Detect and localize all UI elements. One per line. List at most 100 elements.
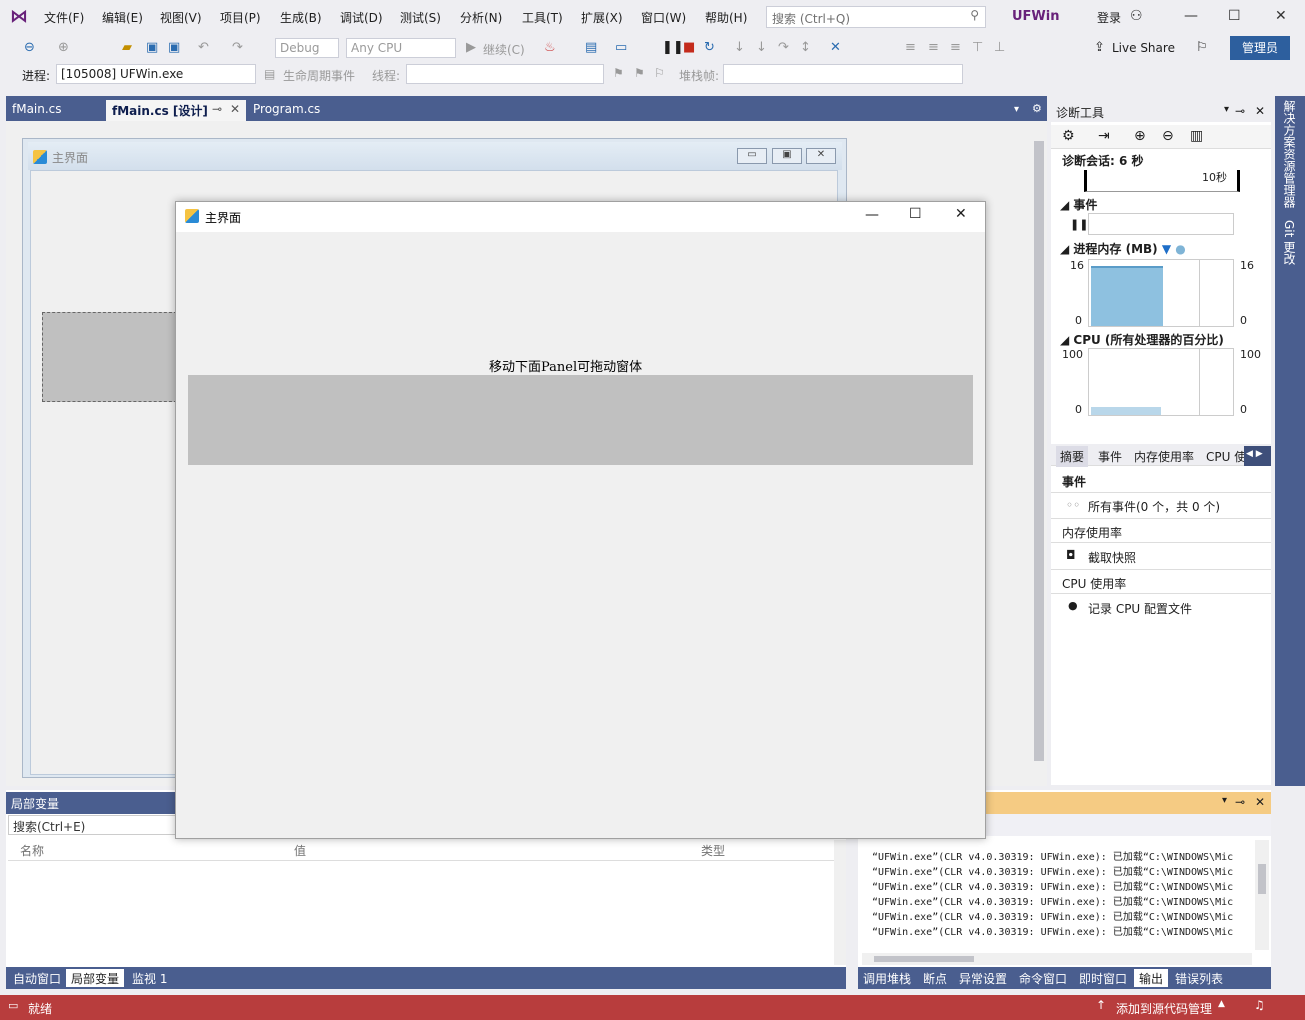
output-pin-icon[interactable]: ⊸ — [1235, 795, 1245, 809]
tab-locals[interactable]: 局部变量 — [66, 969, 125, 987]
tab-call-stack[interactable]: 调用堆栈 — [858, 969, 916, 987]
output-scrollbar[interactable] — [1255, 840, 1269, 950]
menu-build[interactable]: 生成(B) — [280, 9, 322, 26]
app-window-icon[interactable]: ▤ — [585, 40, 597, 55]
continue-icon[interactable]: ▶ — [466, 40, 476, 55]
tab-fmain-cs[interactable]: fMain.cs — [6, 100, 68, 121]
events-section[interactable]: ◢ 事件 — [1060, 196, 1097, 213]
record-cpu-link[interactable]: 记录 CPU 配置文件 — [1088, 600, 1192, 617]
close-icon[interactable]: ✕ — [1275, 8, 1287, 24]
tab-output[interactable]: 输出 — [1134, 969, 1169, 987]
app-maximize-icon[interactable]: ☐ — [909, 206, 922, 222]
config-select[interactable]: Debug — [275, 38, 339, 58]
menu-project[interactable]: 项目(P) — [220, 9, 261, 26]
designer-panel[interactable] — [42, 312, 177, 402]
tab-error-list[interactable]: 错误列表 — [1170, 969, 1228, 987]
step-back-icon[interactable]: ↕ — [800, 40, 811, 55]
login-link[interactable]: 登录 — [1097, 9, 1121, 26]
menu-edit[interactable]: 编辑(E) — [102, 9, 143, 26]
thread-select[interactable] — [406, 64, 604, 84]
output-scroll-thumb[interactable] — [1258, 864, 1266, 894]
menu-help[interactable]: 帮助(H) — [705, 9, 747, 26]
align-center-icon[interactable]: ≡ — [928, 40, 939, 55]
diag-dropdown-icon[interactable]: ▾ — [1224, 104, 1229, 115]
zoom-in-icon[interactable]: ⊕ — [1134, 128, 1146, 144]
step-into-icon[interactable]: ↓ — [734, 40, 745, 55]
diag-pin-icon[interactable]: ⊸ — [1235, 104, 1245, 118]
source-control-icon[interactable]: ↑ — [1096, 998, 1106, 1012]
running-app-titlebar[interactable]: 主界面 — ☐ ✕ — [176, 202, 985, 232]
menu-tools[interactable]: 工具(T) — [522, 9, 563, 26]
step-out-icon[interactable]: ↷ — [778, 40, 789, 55]
scroll-thumb[interactable] — [1034, 141, 1044, 761]
subtab-summary[interactable]: 摘要 — [1056, 446, 1089, 467]
tab-watch[interactable]: 监视 1 — [127, 969, 172, 987]
hot-reload-icon[interactable]: ♨ — [544, 40, 556, 55]
events-pause-icon[interactable]: ❚❚ — [1070, 218, 1088, 231]
designer-scrollbar[interactable] — [1031, 121, 1047, 786]
diag-close-icon[interactable]: ✕ — [1255, 104, 1265, 118]
flag-icon[interactable]: ⚑ — [613, 66, 624, 80]
flag-all-icon[interactable]: ⚑ — [634, 66, 645, 80]
tab-settings-icon[interactable]: ⚙ — [1032, 102, 1042, 115]
diag-export-icon[interactable]: ⇥ — [1098, 128, 1110, 144]
align-left-icon[interactable]: ≡ — [905, 40, 916, 55]
tab-immediate[interactable]: 即时窗口 — [1074, 969, 1132, 987]
thread-filter-icon[interactable]: ⚐ — [654, 66, 665, 80]
live-share-icon[interactable]: ⇪ — [1094, 40, 1105, 55]
solution-explorer-tab[interactable]: 解决方案资源管理器 — [1281, 100, 1298, 208]
menu-extensions[interactable]: 扩展(X) — [581, 9, 623, 26]
col-type[interactable]: 类型 — [701, 842, 725, 859]
tab-exceptions[interactable]: 异常设置 — [954, 969, 1012, 987]
output-close-icon[interactable]: ✕ — [1255, 795, 1265, 809]
stop-icon[interactable]: ■ — [683, 40, 695, 55]
tab-command[interactable]: 命令窗口 — [1014, 969, 1072, 987]
account-icon[interactable]: ⚇ — [1130, 8, 1143, 24]
source-control-caret-icon[interactable]: ▲ — [1218, 999, 1225, 1009]
all-events-link[interactable]: 所有事件(0 个，共 0 个) — [1088, 498, 1220, 515]
platform-select[interactable]: Any CPU — [346, 38, 456, 58]
live-share-button[interactable]: Live Share — [1112, 41, 1175, 55]
locals-search-input[interactable]: 搜索(Ctrl+E) — [8, 815, 176, 835]
zoom-out-icon[interactable]: ⊖ — [1162, 128, 1174, 144]
minimize-icon[interactable]: — — [1184, 8, 1198, 24]
restart-icon[interactable]: ↻ — [704, 40, 715, 55]
tab-autos[interactable]: 自动窗口 — [8, 969, 66, 987]
save-icon[interactable]: ▣ — [146, 40, 158, 55]
menu-analyze[interactable]: 分析(N) — [460, 9, 502, 26]
git-changes-tab[interactable]: Git 更改 — [1281, 220, 1298, 265]
continue-button[interactable]: 继续(C) — [483, 41, 525, 58]
subtab-cpu[interactable]: CPU 使 — [1206, 448, 1246, 465]
diagnostic-icon[interactable]: ▭ — [615, 40, 627, 55]
open-folder-icon[interactable]: ▰ — [122, 40, 132, 55]
tab-program-cs[interactable]: Program.cs — [247, 100, 365, 121]
maximize-icon[interactable]: ☐ — [1228, 8, 1241, 24]
subtab-events[interactable]: 事件 — [1098, 448, 1122, 465]
source-control-button[interactable]: 添加到源代码管理 — [1116, 1000, 1212, 1017]
menu-file[interactable]: 文件(F) — [44, 9, 84, 26]
app-close-icon[interactable]: ✕ — [955, 206, 967, 222]
output-hscroll[interactable] — [862, 953, 1252, 965]
search-input[interactable]: 搜索 (Ctrl+Q) ⚲ — [766, 6, 986, 28]
menu-window[interactable]: 窗口(W) — [641, 9, 686, 26]
tab-breakpoints[interactable]: 断点 — [918, 969, 952, 987]
locals-scrollbar[interactable] — [834, 840, 846, 965]
align-bottom-icon[interactable]: ⊥ — [994, 40, 1005, 55]
tab-close-icon[interactable]: ✕ — [230, 102, 240, 116]
save-all-icon[interactable]: ▣ — [168, 40, 180, 55]
snapshot-link[interactable]: 截取快照 — [1088, 549, 1136, 566]
diag-settings-icon[interactable]: ⚙ — [1062, 128, 1075, 144]
redo-icon[interactable]: ↷ — [232, 40, 243, 55]
pin-icon[interactable]: ⊸ — [212, 102, 222, 116]
col-value[interactable]: 值 — [294, 842, 306, 859]
exception-icon[interactable]: ✕ — [830, 40, 841, 55]
subtab-scroll-icon[interactable]: ◀ ▶ — [1244, 446, 1271, 466]
diag-chart-icon[interactable]: ▥ — [1190, 128, 1203, 144]
lifecycle-button[interactable]: 生命周期事件 — [283, 67, 355, 84]
align-right-icon[interactable]: ≡ — [950, 40, 961, 55]
col-name[interactable]: 名称 — [20, 842, 44, 859]
tab-fmain-designer[interactable]: fMain.cs [设计] ⊸ ✕ — [106, 100, 246, 121]
stack-select[interactable] — [723, 64, 963, 84]
pause-icon[interactable]: ❚❚ — [662, 40, 684, 55]
back-icon[interactable]: ⊖ — [24, 40, 35, 55]
